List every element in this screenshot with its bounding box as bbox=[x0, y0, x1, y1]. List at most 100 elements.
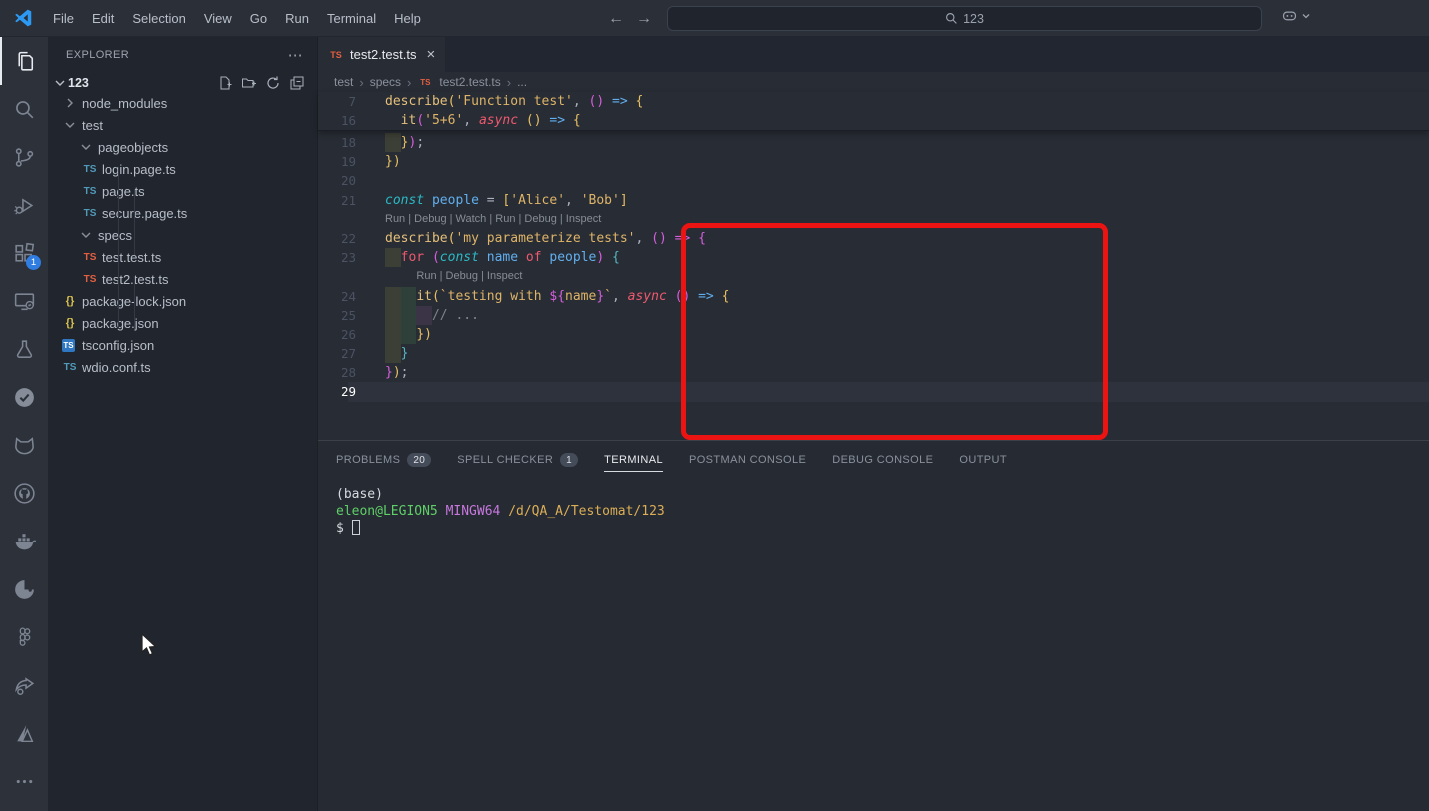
explorer-title: EXPLORER bbox=[66, 49, 129, 61]
panel-tab-output[interactable]: OUTPUT bbox=[959, 454, 1007, 471]
panel-tab-badge: 20 bbox=[407, 453, 431, 467]
menu-file[interactable]: File bbox=[44, 0, 83, 36]
breadcrumb-separator: › bbox=[359, 75, 363, 90]
code-line-23: 23 for (const name of people) { bbox=[318, 248, 1429, 267]
chevron-down-icon bbox=[52, 75, 68, 91]
panel-tab-postman-console[interactable]: POSTMAN CONSOLE bbox=[689, 454, 806, 471]
command-search-box[interactable]: 123 bbox=[667, 6, 1262, 31]
tab-test2-test-ts[interactable]: TS test2.test.ts × bbox=[318, 37, 445, 72]
codelens-row: Run | Debug | Inspect bbox=[318, 267, 1429, 286]
title-bar: FileEditSelectionViewGoRunTerminalHelp ←… bbox=[0, 0, 1429, 37]
code-line-25: 25 // ... bbox=[318, 306, 1429, 325]
code-line-19: 19}) bbox=[318, 152, 1429, 171]
breadcrumb-item[interactable]: specs bbox=[370, 75, 401, 89]
explorer-sidebar: EXPLORER ⋯ 123 node_modulestestpageobjec… bbox=[48, 37, 318, 811]
code-line-29: 29 bbox=[318, 382, 1429, 401]
tree-item-wdio-conf-ts[interactable]: TSwdio.conf.ts bbox=[48, 356, 318, 378]
explorer-more-button[interactable]: ⋯ bbox=[288, 46, 303, 64]
codelens-actions[interactable]: Run | Debug | Inspect bbox=[385, 267, 522, 286]
codelens-actions[interactable]: Run | Debug | Watch | Run | Debug | Insp… bbox=[385, 210, 601, 229]
tree-item-package-json[interactable]: {}package.json bbox=[48, 312, 318, 334]
line-number: 20 bbox=[318, 171, 356, 190]
tree-item-specs[interactable]: specs bbox=[48, 224, 318, 246]
panel-tab-problems[interactable]: PROBLEMS20 bbox=[336, 453, 431, 472]
menu-view[interactable]: View bbox=[195, 0, 241, 36]
tree-item-page-ts[interactable]: TSpage.ts bbox=[48, 180, 318, 202]
code-editor[interactable]: 7describe('Function test', () => {16 it(… bbox=[318, 92, 1429, 477]
ts-file-icon: TS bbox=[417, 78, 433, 87]
activity-fox-icon[interactable] bbox=[0, 421, 48, 469]
line-number bbox=[318, 210, 356, 229]
explorer-section-header[interactable]: 123 bbox=[48, 72, 317, 94]
activity-source-control-icon[interactable] bbox=[0, 133, 48, 181]
code-line-24: 24 it(`testing with ${name}`, async () =… bbox=[318, 287, 1429, 306]
ts-file-icon: TS bbox=[82, 208, 98, 219]
activity-test-beaker-icon[interactable] bbox=[0, 325, 48, 373]
editor-group: TS test2.test.ts × test › specs › TS test2.te… bbox=[318, 37, 1429, 811]
menu-terminal[interactable]: Terminal bbox=[318, 0, 385, 36]
code-line-27: 27 } bbox=[318, 344, 1429, 363]
tree-item-tsconfig-json[interactable]: TStsconfig.json bbox=[48, 334, 318, 356]
menu-help[interactable]: Help bbox=[385, 0, 430, 36]
tree-item-login-page-ts[interactable]: TSlogin.page.ts bbox=[48, 158, 318, 180]
line-number: 16 bbox=[318, 111, 356, 130]
code-line-21: 21const people = ['Alice', 'Bob'] bbox=[318, 191, 1429, 210]
nav-forward-button[interactable]: → bbox=[636, 10, 652, 28]
tab-bar: TS test2.test.ts × bbox=[318, 37, 1429, 72]
new-file-icon[interactable] bbox=[217, 75, 233, 91]
search-value: 123 bbox=[963, 12, 984, 26]
nav-back-button[interactable]: ← bbox=[608, 10, 624, 28]
panel-tab-debug-console[interactable]: DEBUG CONSOLE bbox=[832, 454, 933, 471]
breadcrumb-item[interactable]: test bbox=[334, 75, 353, 89]
breadcrumb-item[interactable]: test2.test.ts bbox=[439, 75, 500, 89]
activity-live-share-icon[interactable] bbox=[0, 661, 48, 709]
activity-docker-icon[interactable] bbox=[0, 517, 48, 565]
terminal-output[interactable]: (base)eleon@LEGION5 MINGW64 /d/QA_A/Test… bbox=[318, 472, 1429, 537]
activity-azure-icon[interactable] bbox=[0, 709, 48, 757]
new-folder-icon[interactable] bbox=[241, 75, 257, 91]
ts-file-icon: TS bbox=[328, 50, 344, 60]
tree-item-node-modules[interactable]: node_modules bbox=[48, 92, 318, 114]
activity-test-check-icon[interactable] bbox=[0, 373, 48, 421]
breadcrumb-separator: › bbox=[407, 75, 411, 90]
code-line-28: 28}); bbox=[318, 363, 1429, 382]
activity-figma-icon[interactable] bbox=[0, 613, 48, 661]
menu-selection[interactable]: Selection bbox=[123, 0, 194, 36]
breadcrumb[interactable]: test›specs›TStest2.test.ts›... bbox=[318, 72, 1429, 92]
tree-item-pageobjects[interactable]: pageobjects bbox=[48, 136, 318, 158]
activity-more-icon[interactable] bbox=[0, 757, 48, 805]
tree-item-package-lock-json[interactable]: {}package-lock.json bbox=[48, 290, 318, 312]
tree-item-test[interactable]: test bbox=[48, 114, 318, 136]
activity-remote-explorer-icon[interactable] bbox=[0, 277, 48, 325]
menu-go[interactable]: Go bbox=[241, 0, 276, 36]
collapse-all-icon[interactable] bbox=[289, 75, 305, 91]
panel-tab-spell-checker[interactable]: SPELL CHECKER1 bbox=[457, 453, 578, 472]
search-icon bbox=[945, 12, 958, 25]
tree-item-secure-page-ts[interactable]: TSsecure.page.ts bbox=[48, 202, 318, 224]
menu-run[interactable]: Run bbox=[276, 0, 318, 36]
tree-item-test-test-ts[interactable]: TStest.test.ts bbox=[48, 246, 318, 268]
panel-tab-bar: PROBLEMS20 SPELL CHECKER1 TERMINAL POSTMAN … bbox=[318, 441, 1429, 472]
tab-close-icon[interactable]: × bbox=[426, 46, 435, 63]
activity-extensions-icon[interactable]: 1 bbox=[0, 229, 48, 277]
code-line-18: 18 }); bbox=[318, 133, 1429, 152]
ts-file-icon: TS bbox=[62, 362, 78, 373]
menu-edit[interactable]: Edit bbox=[83, 0, 123, 36]
activity-usage-chart-icon[interactable] bbox=[0, 565, 48, 613]
panel-tab-terminal[interactable]: TERMINAL bbox=[604, 454, 663, 472]
line-number: 7 bbox=[318, 92, 356, 111]
menu-bar: FileEditSelectionViewGoRunTerminalHelp bbox=[44, 0, 430, 36]
line-number: 21 bbox=[318, 191, 356, 210]
line-number: 26 bbox=[318, 325, 356, 344]
chevron-down-icon bbox=[1301, 11, 1311, 21]
activity-github-icon[interactable] bbox=[0, 469, 48, 517]
copilot-menu[interactable] bbox=[1281, 7, 1311, 24]
activity-run-debug-icon[interactable] bbox=[0, 181, 48, 229]
refresh-icon[interactable] bbox=[265, 75, 281, 91]
tree-item-test2-test-ts[interactable]: TStest2.test.ts bbox=[48, 268, 318, 290]
activity-search-icon[interactable] bbox=[0, 85, 48, 133]
activity-explorer-icon[interactable] bbox=[0, 37, 48, 85]
code-line-7: 7describe('Function test', () => { bbox=[318, 92, 1429, 111]
breadcrumb-item[interactable]: ... bbox=[517, 75, 527, 89]
ts-file-icon: TS bbox=[82, 274, 98, 285]
